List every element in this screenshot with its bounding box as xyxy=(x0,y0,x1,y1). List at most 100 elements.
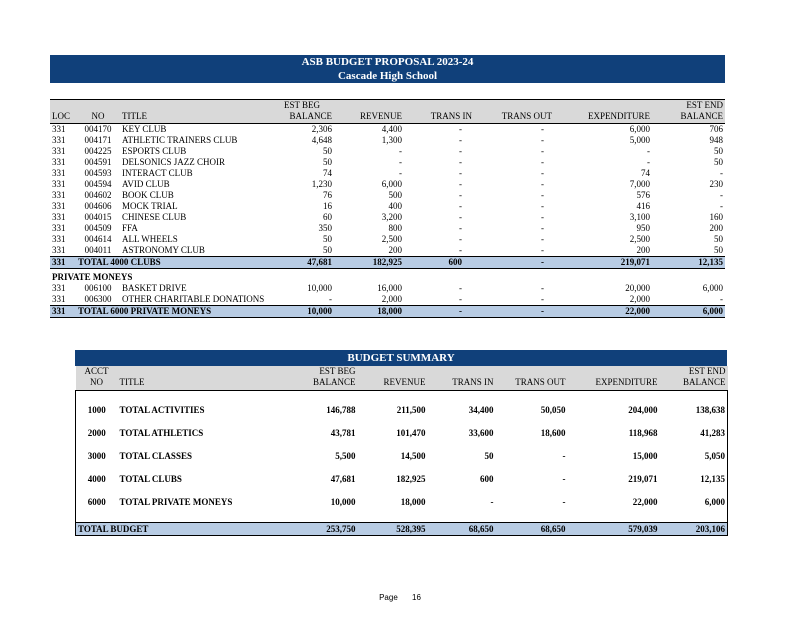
table-row: 331 004509 FFA 350 800 - - 950 200 xyxy=(50,223,725,234)
beg-balance: 50 xyxy=(323,245,332,255)
detail-header-row-2: LOC NO TITLE BALANCE REVENUE TRANS IN TR… xyxy=(50,111,725,124)
account-number: 004602 xyxy=(84,190,112,200)
revenue: 500 xyxy=(388,190,403,200)
end-balance: - xyxy=(720,294,723,304)
expenditure: 5,000 xyxy=(629,135,650,145)
detail-header-row-1: EST BEG EST END xyxy=(50,99,725,111)
account-title: ATHLETIC TRAINERS CLUB xyxy=(122,135,238,145)
spacer-row xyxy=(75,390,728,399)
col-expenditure: EXPENDITURE xyxy=(567,377,660,391)
account-title: TOTAL CLUBS xyxy=(119,474,182,484)
spacer-cell xyxy=(75,514,728,523)
account-number: 004225 xyxy=(84,146,112,156)
spacer-row xyxy=(75,514,728,523)
beg-balance: 50 xyxy=(323,157,332,167)
col-no: NO xyxy=(76,111,120,124)
section-heading-row: PRIVATE MONEYS xyxy=(50,269,725,284)
trans-in: 33,600 xyxy=(468,428,494,438)
end-balance: 203,106 xyxy=(659,522,728,536)
beg-balance: 74 xyxy=(323,168,332,178)
col-end-balance: BALANCE xyxy=(652,111,725,124)
loc-cell: 331 xyxy=(52,157,66,167)
expenditure: 2,000 xyxy=(629,294,650,304)
revenue: 18,000 xyxy=(334,305,404,318)
revenue: - xyxy=(399,168,402,178)
table-row: 331 004606 MOCK TRIAL 16 400 - - 416 - xyxy=(50,201,725,212)
revenue: 528,395 xyxy=(357,522,428,536)
page-footer: Page 16 xyxy=(0,593,800,602)
account-title: BASKET DRIVE xyxy=(122,283,187,293)
spacer-cell xyxy=(75,390,728,399)
account-title: ALL WHEELS xyxy=(122,234,178,244)
trans-out: - xyxy=(541,223,544,233)
expenditure: 416 xyxy=(636,201,651,211)
table-row: 331 004225 ESPORTS CLUB 50 - - - - 50 xyxy=(50,146,725,157)
col-trans-in: TRANS IN xyxy=(404,111,474,124)
loc-cell: 331 xyxy=(50,256,76,269)
col-revenue: REVENUE xyxy=(334,111,404,124)
trans-in: - xyxy=(459,212,462,222)
revenue: 18,000 xyxy=(400,497,426,507)
trans-out: - xyxy=(541,168,544,178)
account-number: 004509 xyxy=(84,223,112,233)
beg-balance: 60 xyxy=(323,212,332,222)
col-est-end: EST END xyxy=(659,366,728,377)
trans-in: 50 xyxy=(484,451,494,461)
account-number: 3000 xyxy=(75,445,118,468)
col-beg-balance: BALANCE xyxy=(287,377,358,391)
table-row: 1000 TOTAL ACTIVITIES 146,788 211,500 34,400… xyxy=(75,399,728,422)
trans-out: - xyxy=(541,157,544,167)
end-balance: 200 xyxy=(709,223,724,233)
revenue: 200 xyxy=(388,245,403,255)
club-detail-table: EST BEG EST END LOC NO TITLE BALANCE REV… xyxy=(50,99,725,318)
trans-out: - xyxy=(541,179,544,189)
table-row: 331 004015 CHINESE CLUB 60 3,200 - - 3,100 160 xyxy=(50,212,725,223)
budget-summary: BUDGET SUMMARY ACCT EST BEG EST END NO T… xyxy=(75,350,728,536)
col-est-beg: EST BEG xyxy=(287,366,358,377)
revenue: 16,000 xyxy=(377,283,402,293)
total-label: TOTAL 6000 PRIVATE MONEYS xyxy=(76,305,270,318)
trans-out: - xyxy=(541,212,544,222)
table-row: 331 004614 ALL WHEELS 50 2,500 - - 2,500 50 xyxy=(50,234,725,245)
beg-balance: 4,648 xyxy=(311,135,332,145)
beg-balance: 1,230 xyxy=(311,179,332,189)
trans-out: 68,650 xyxy=(495,522,568,536)
trans-out: 50,050 xyxy=(540,405,566,415)
account-title: TOTAL ACTIVITIES xyxy=(119,405,205,415)
col-title: TITLE xyxy=(117,377,288,391)
expenditure: 15,000 xyxy=(632,451,658,461)
expenditure: 74 xyxy=(641,168,650,178)
expenditure: 200 xyxy=(636,245,651,255)
trans-in: - xyxy=(459,245,462,255)
loc-cell: 331 xyxy=(52,146,66,156)
end-balance: 6,000 xyxy=(659,491,728,514)
trans-in: - xyxy=(459,146,462,156)
account-title: ESPORTS CLUB xyxy=(122,146,187,156)
loc-cell: 331 xyxy=(52,283,66,293)
trans-in: 68,650 xyxy=(427,522,496,536)
beg-balance: 50 xyxy=(323,146,332,156)
end-balance: 6,000 xyxy=(702,283,723,293)
expenditure: 22,000 xyxy=(632,497,658,507)
account-number: 4000 xyxy=(75,468,118,491)
account-number: 006100 xyxy=(84,283,112,293)
trans-out: - xyxy=(541,294,544,304)
revenue: 182,925 xyxy=(396,474,426,484)
revenue: 800 xyxy=(388,223,403,233)
beg-balance: 146,788 xyxy=(326,405,356,415)
end-balance: 948 xyxy=(709,135,724,145)
trans-in: - xyxy=(404,305,474,318)
trans-in: - xyxy=(459,179,462,189)
account-number: 004015 xyxy=(84,212,112,222)
col-end-balance: BALANCE xyxy=(659,377,728,391)
col-est-beg: EST BEG xyxy=(270,99,334,111)
total-row: 331 TOTAL 6000 PRIVATE MONEYS 10,000 18,000… xyxy=(50,305,725,318)
account-title: DELSONICS JAZZ CHOIR xyxy=(122,157,226,167)
total-label: TOTAL BUDGET xyxy=(75,522,288,536)
expenditure: 950 xyxy=(636,223,651,233)
col-est-end: EST END xyxy=(652,99,725,111)
trans-in: 600 xyxy=(404,256,474,269)
account-title: MOCK TRIAL xyxy=(122,201,178,211)
account-title: OTHER CHARITABLE DONATIONS xyxy=(122,294,265,304)
summary-header-row-1: ACCT EST BEG EST END xyxy=(75,366,728,377)
